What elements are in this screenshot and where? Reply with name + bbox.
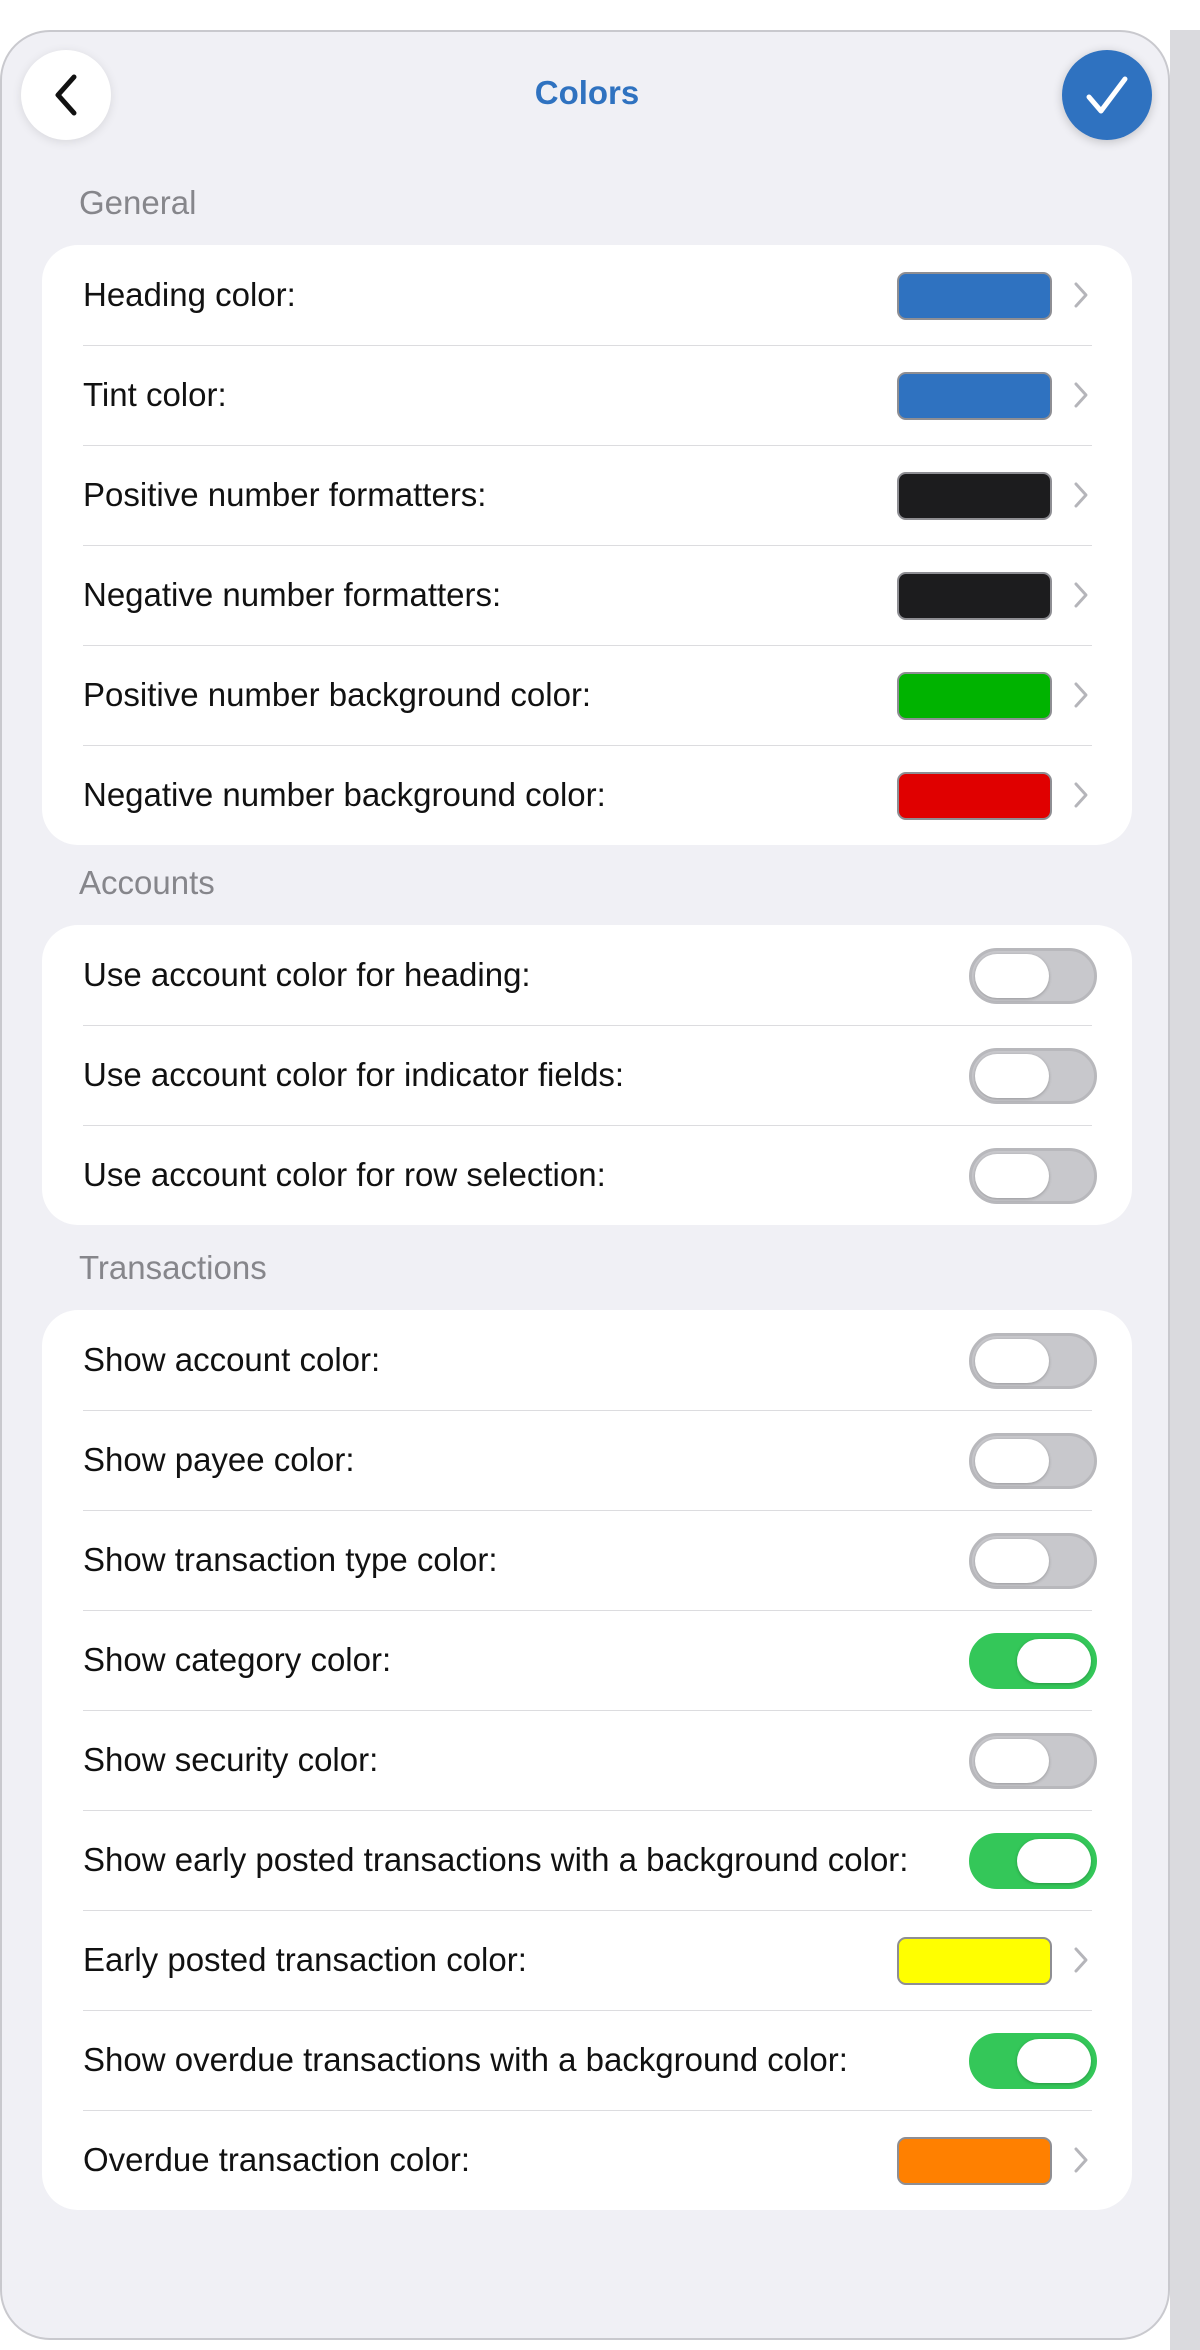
chevron-left-icon [55, 74, 77, 116]
row-label: Use account color for indicator fields: [83, 1056, 625, 1093]
row-label: Negative number background color: [83, 776, 606, 813]
switch-knob [975, 1054, 1049, 1098]
show-category-color-row: Show category color: [42, 1610, 1132, 1710]
switch-knob [975, 954, 1049, 998]
color-swatch [897, 272, 1052, 320]
checkmark-icon [1086, 76, 1128, 114]
row-label: Tint color: [83, 376, 227, 413]
positive-number-formatters-row[interactable]: Positive number formatters: [42, 445, 1132, 545]
show-overdue-background-switch[interactable] [969, 2033, 1097, 2089]
switch-knob [975, 1739, 1049, 1783]
general-card: Heading color: Tint color: Positive numb… [42, 245, 1132, 845]
chevron-right-icon [1074, 682, 1088, 708]
show-transaction-type-color-switch[interactable] [969, 1533, 1097, 1589]
heading-color-row[interactable]: Heading color: [42, 245, 1132, 345]
color-swatch [897, 2137, 1052, 2185]
section-header-general: General [79, 184, 197, 221]
chevron-right-icon [1074, 482, 1088, 508]
row-label: Show early posted transactions with a ba… [83, 1841, 909, 1878]
switch-knob [975, 1439, 1049, 1483]
transactions-card: Show account color: Show payee color: Sh… [42, 1310, 1132, 2210]
switch-knob [1017, 1839, 1091, 1883]
account-color-row-selection-row: Use account color for row selection: [42, 1125, 1132, 1225]
account-color-row-selection-switch[interactable] [969, 1148, 1097, 1204]
show-account-color-switch[interactable] [969, 1333, 1097, 1389]
color-swatch [897, 372, 1052, 420]
chevron-right-icon [1074, 2147, 1088, 2173]
row-label: Positive number formatters: [83, 476, 487, 513]
show-category-color-switch[interactable] [969, 1633, 1097, 1689]
chevron-right-icon [1074, 582, 1088, 608]
color-swatch [897, 472, 1052, 520]
section-header-transactions: Transactions [79, 1249, 267, 1286]
color-swatch [897, 572, 1052, 620]
row-label: Show category color: [83, 1641, 392, 1678]
row-label: Show security color: [83, 1741, 379, 1778]
back-button[interactable] [21, 50, 111, 140]
show-early-posted-background-switch[interactable] [969, 1833, 1097, 1889]
account-color-indicator-row: Use account color for indicator fields: [42, 1025, 1132, 1125]
switch-knob [1017, 1639, 1091, 1683]
positive-number-background-color-row[interactable]: Positive number background color: [42, 645, 1132, 745]
accounts-card: Use account color for heading: Use accou… [42, 925, 1132, 1225]
row-label: Show transaction type color: [83, 1541, 498, 1578]
chevron-right-icon [1074, 1947, 1088, 1973]
color-swatch [897, 1937, 1052, 1985]
row-label: Show payee color: [83, 1441, 355, 1478]
negative-number-formatters-row[interactable]: Negative number formatters: [42, 545, 1132, 645]
chevron-right-icon [1074, 782, 1088, 808]
chevron-right-icon [1074, 282, 1088, 308]
row-label: Negative number formatters: [83, 576, 502, 613]
show-early-posted-background-row: Show early posted transactions with a ba… [42, 1810, 1132, 1910]
switch-knob [975, 1539, 1049, 1583]
early-posted-transaction-color-row[interactable]: Early posted transaction color: [42, 1910, 1132, 2010]
tint-color-row[interactable]: Tint color: [42, 345, 1132, 445]
show-account-color-row: Show account color: [42, 1310, 1132, 1410]
switch-knob [975, 1339, 1049, 1383]
row-label: Early posted transaction color: [83, 1941, 527, 1978]
color-swatch [897, 672, 1052, 720]
overdue-transaction-color-row[interactable]: Overdue transaction color: [42, 2110, 1132, 2210]
row-label: Overdue transaction color: [83, 2141, 471, 2178]
section-header-accounts: Accounts [79, 864, 215, 901]
page-title: Colors [534, 74, 640, 111]
show-payee-color-switch[interactable] [969, 1433, 1097, 1489]
account-color-indicator-switch[interactable] [969, 1048, 1097, 1104]
chevron-right-icon [1074, 382, 1088, 408]
show-security-color-switch[interactable] [969, 1733, 1097, 1789]
row-label: Show account color: [83, 1341, 381, 1378]
show-payee-color-row: Show payee color: [42, 1410, 1132, 1510]
row-label: Heading color: [83, 276, 296, 313]
show-security-color-row: Show security color: [42, 1710, 1132, 1810]
account-color-heading-row: Use account color for heading: [42, 925, 1132, 1025]
show-transaction-type-color-row: Show transaction type color: [42, 1510, 1132, 1610]
show-overdue-background-row: Show overdue transactions with a backgro… [42, 2010, 1132, 2110]
negative-number-background-color-row[interactable]: Negative number background color: [42, 745, 1132, 845]
switch-knob [1017, 2039, 1091, 2083]
background-strip [1170, 30, 1200, 2350]
done-button[interactable] [1062, 50, 1152, 140]
color-swatch [897, 772, 1052, 820]
colors-sheet: Colors General Heading color: Tint color… [0, 30, 1170, 2340]
account-color-heading-switch[interactable] [969, 948, 1097, 1004]
row-label: Show overdue transactions with a backgro… [83, 2041, 848, 2078]
row-label: Use account color for row selection: [83, 1156, 606, 1193]
row-label: Use account color for heading: [83, 956, 531, 993]
switch-knob [975, 1154, 1049, 1198]
row-label: Positive number background color: [83, 676, 592, 713]
